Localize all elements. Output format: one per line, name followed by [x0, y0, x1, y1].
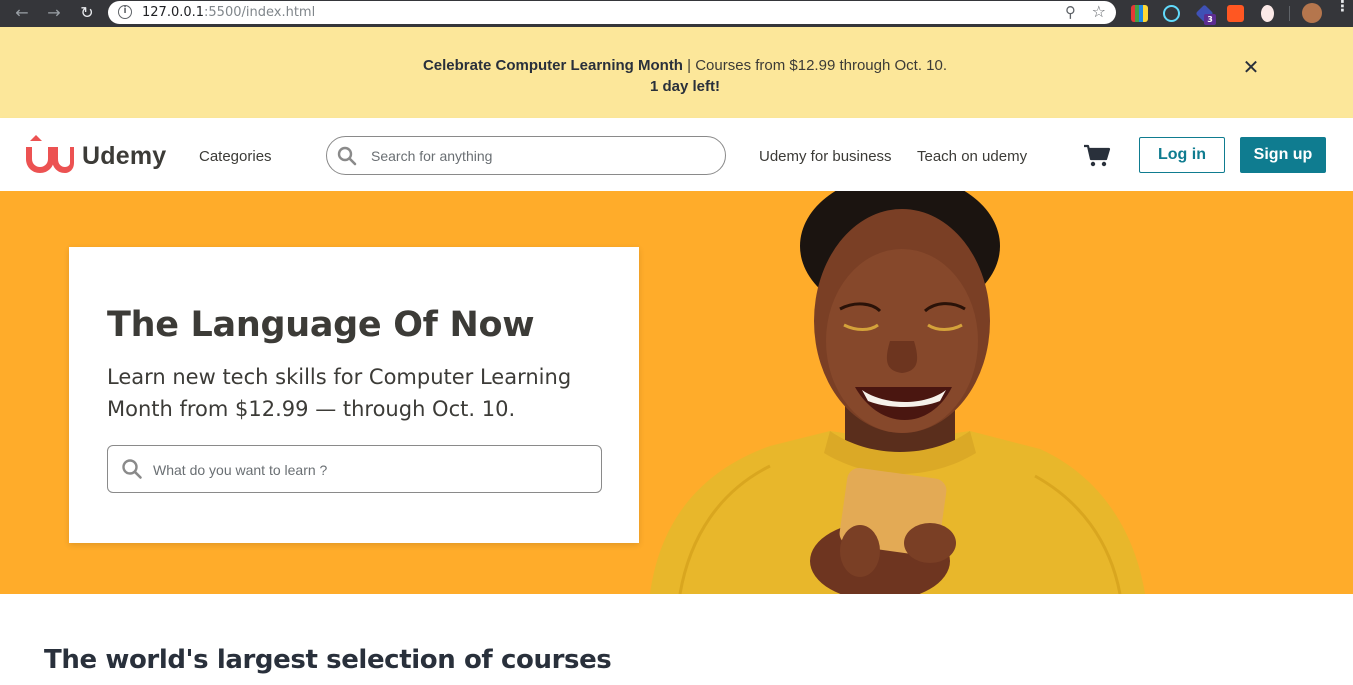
sign-up-button[interactable]: Sign up	[1240, 137, 1326, 173]
log-in-button[interactable]: Log in	[1139, 137, 1225, 173]
udemy-logo-icon[interactable]	[22, 133, 74, 175]
search-input[interactable]	[371, 146, 711, 166]
promo-separator: |	[682, 57, 696, 74]
categories-menu[interactable]: Categories	[199, 148, 272, 165]
shopping-cart-icon[interactable]	[1083, 144, 1111, 168]
react-devtools-icon[interactable]	[1163, 5, 1180, 22]
browser-toolbar: ← → ↻ i 127.0.0.1:5500/index.html ⚲ ☆ 3 …	[0, 0, 1353, 27]
address-bar[interactable]: i 127.0.0.1:5500/index.html ⚲ ☆	[108, 1, 1116, 24]
url-path: :5500/index.html	[204, 5, 316, 20]
extension-pill-icon[interactable]	[1261, 5, 1274, 22]
extension-translate-icon[interactable]	[1227, 5, 1244, 22]
extension-grid-icon[interactable]	[1131, 5, 1148, 22]
search-icon[interactable]	[121, 458, 143, 480]
site-info-icon[interactable]: i	[118, 5, 132, 19]
reload-button[interactable]: ↻	[77, 3, 97, 23]
hero-search	[107, 445, 602, 493]
back-arrow-icon: ←	[15, 3, 29, 22]
promo-headline: Celebrate Computer Learning Month	[422, 57, 683, 74]
forward-arrow-icon: →	[47, 3, 61, 22]
url-host: 127.0.0.1	[142, 5, 205, 20]
hero-search-input[interactable]	[153, 460, 583, 480]
promo-banner: Celebrate Computer Learning Month | Cour…	[0, 27, 1353, 118]
courses-section-title: The world's largest selection of courses	[44, 645, 612, 675]
teach-on-udemy-link[interactable]: Teach on udemy	[917, 148, 1027, 165]
promo-detail: Courses from $12.99 through Oct. 10.	[695, 57, 948, 74]
site-header: Udemy Categories Udemy for business Teac…	[0, 118, 1353, 191]
address-url[interactable]: 127.0.0.1:5500/index.html	[142, 5, 315, 20]
udemy-for-business-link[interactable]: Udemy for business	[759, 148, 892, 165]
hero-woman-smiling-phone-image	[650, 191, 1145, 594]
back-button[interactable]: ←	[12, 3, 32, 23]
promo-message: Celebrate Computer Learning Month | Cour…	[0, 57, 1353, 74]
bookmark-star-icon[interactable]: ☆	[1092, 2, 1106, 21]
profile-avatar-icon[interactable]	[1302, 3, 1322, 23]
hero-subtitle: Learn new tech skills for Computer Learn…	[107, 365, 572, 421]
zoom-icon[interactable]: ⚲	[1065, 3, 1076, 21]
search-icon[interactable]	[337, 146, 357, 166]
close-icon[interactable]: ✕	[1240, 56, 1262, 78]
hero-card: The Language Of Now Learn new tech skill…	[69, 247, 639, 543]
reload-icon: ↻	[80, 3, 94, 22]
forward-button[interactable]: →	[44, 3, 64, 23]
hero-title: The Language Of Now	[107, 305, 535, 345]
logo-wordmark[interactable]: Udemy	[82, 142, 166, 171]
browser-menu-icon[interactable]: ⋮	[1335, 0, 1350, 14]
header-search	[326, 136, 726, 175]
toolbar-divider	[1289, 6, 1290, 21]
extension-badge: 3	[1204, 14, 1216, 25]
promo-countdown: 1 day left!	[649, 78, 721, 95]
hero-banner: The Language Of Now Learn new tech skill…	[0, 191, 1353, 594]
